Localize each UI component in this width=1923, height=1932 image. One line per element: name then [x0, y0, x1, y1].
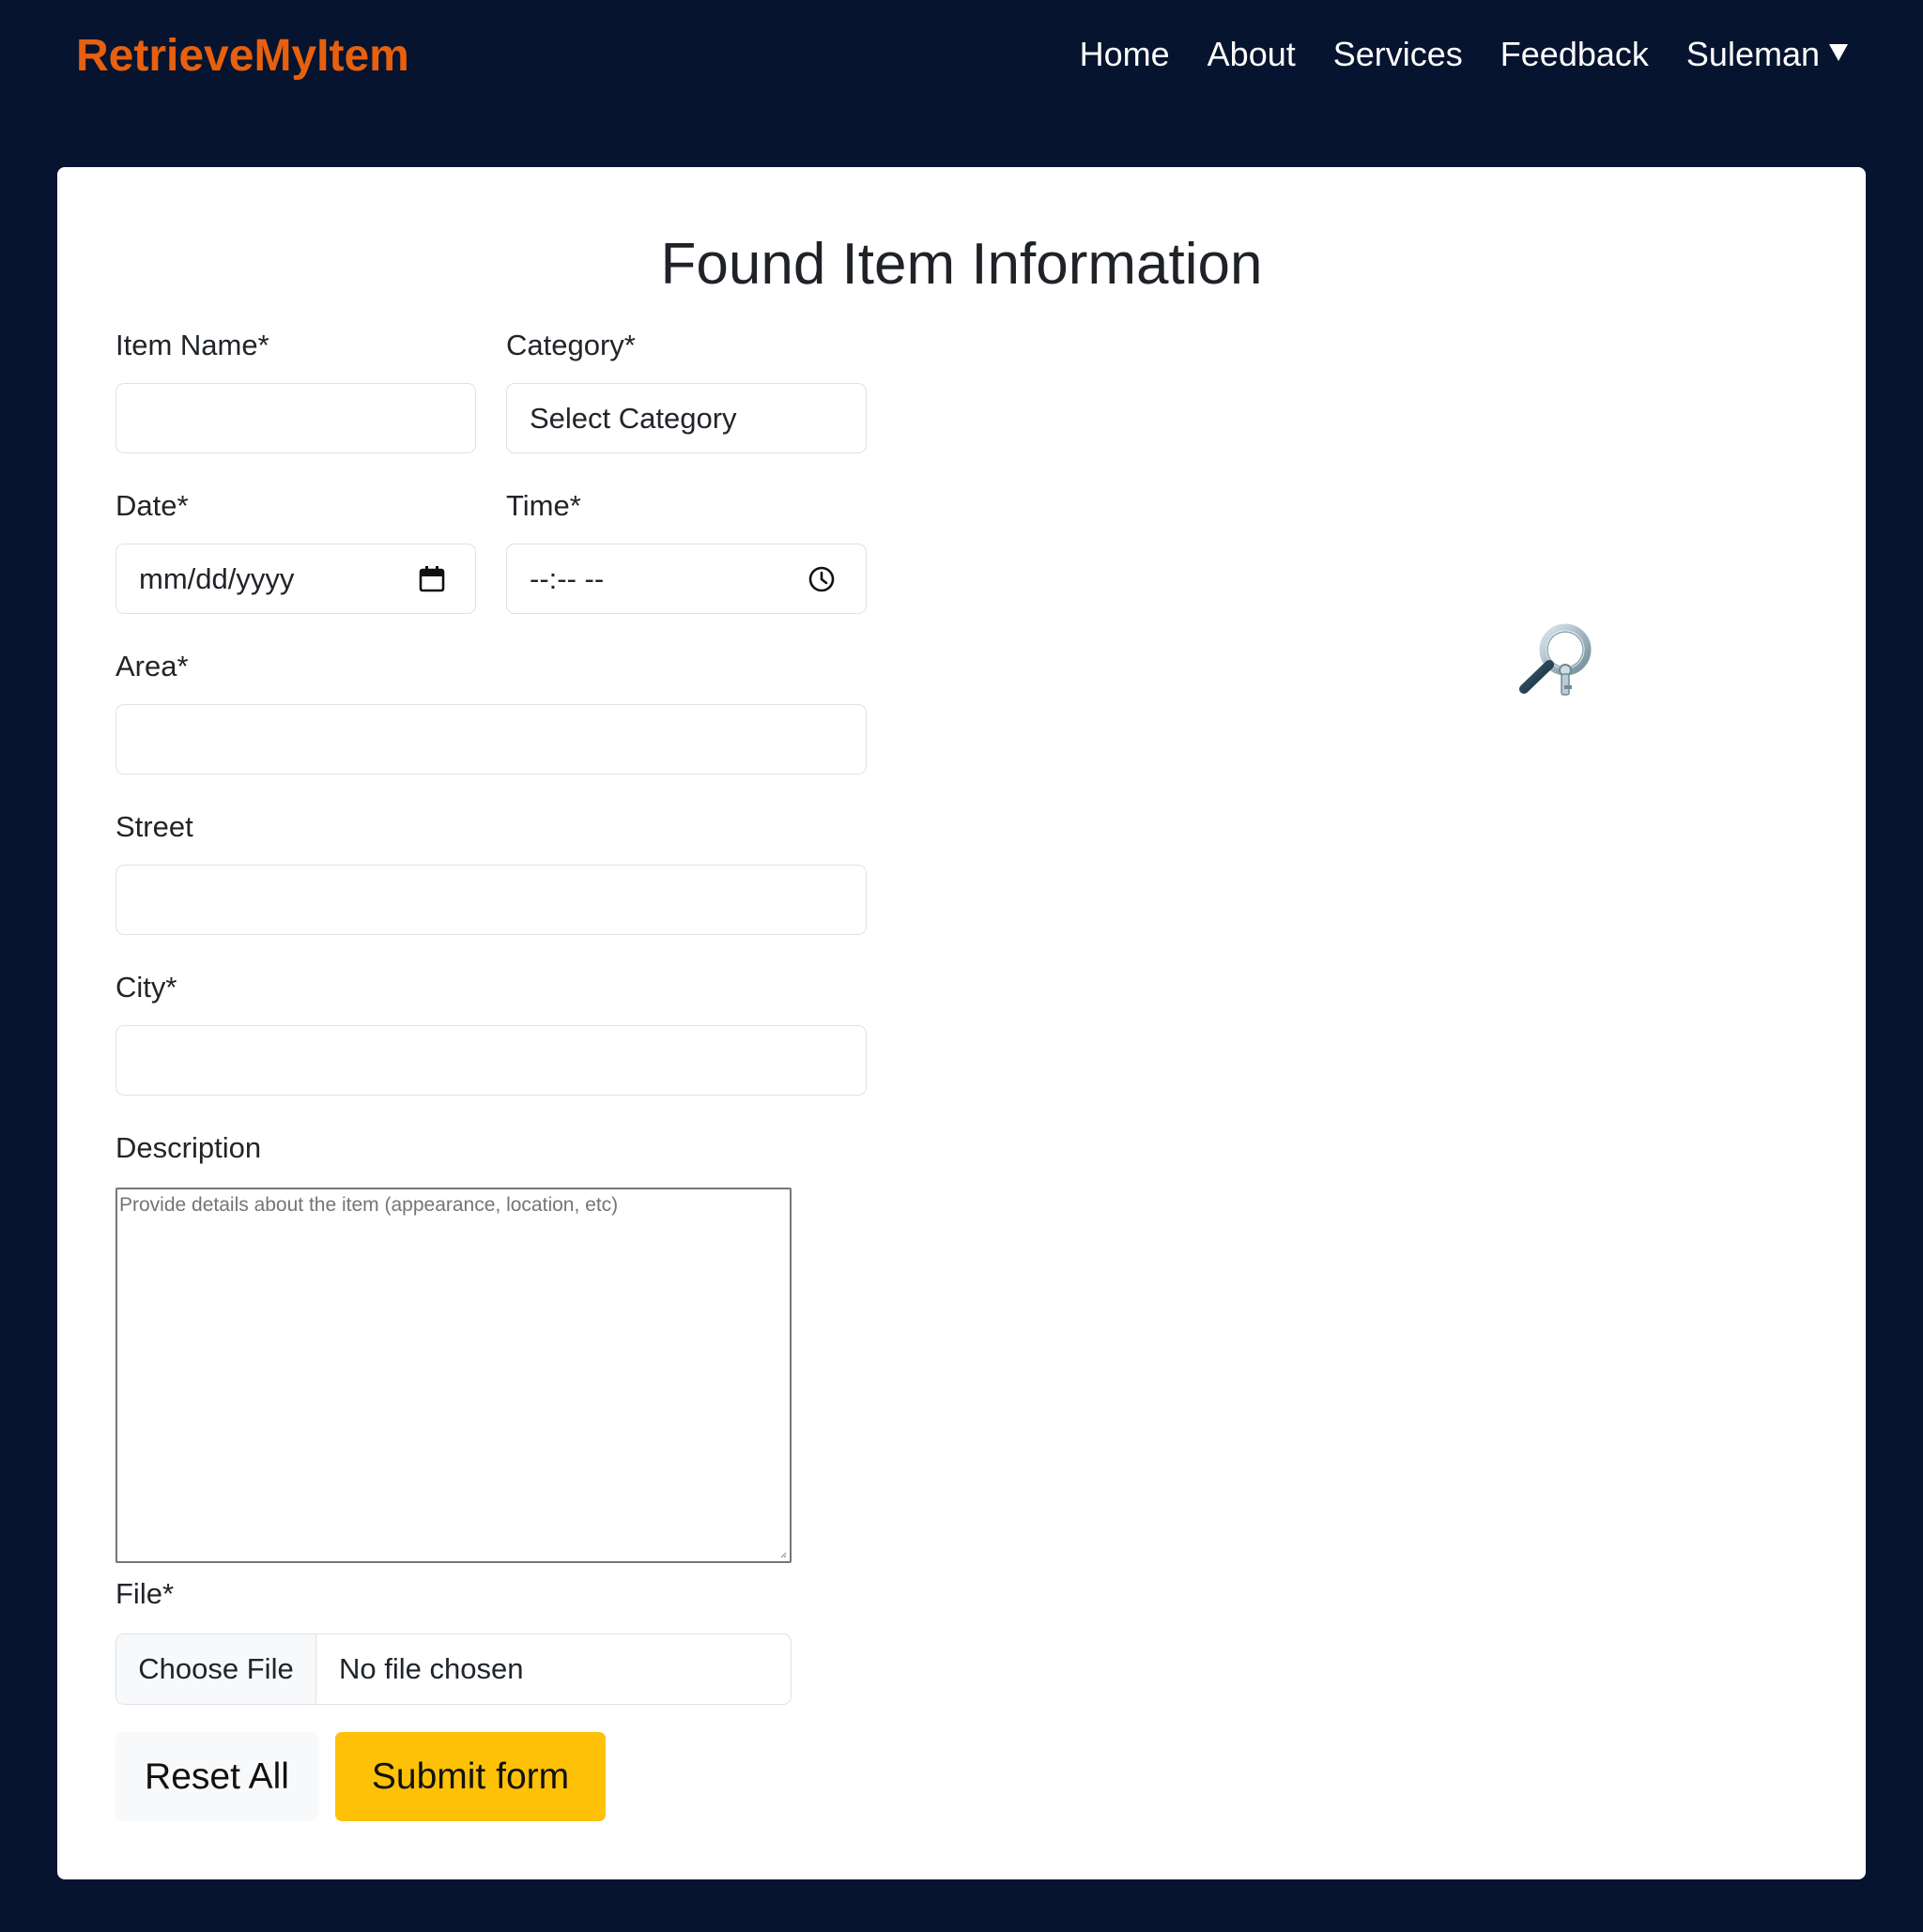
nav-link-home[interactable]: Home — [1080, 28, 1170, 81]
brand-logo[interactable]: RetrieveMyItem — [76, 27, 409, 85]
file-label: File* — [115, 1577, 175, 1610]
caret-down-icon — [1829, 44, 1848, 61]
date-label: Date* — [115, 489, 189, 522]
item-name-input[interactable] — [115, 383, 476, 453]
city-input[interactable] — [115, 1025, 867, 1096]
user-menu[interactable]: Suleman — [1686, 28, 1848, 81]
description-label: Description — [115, 1131, 262, 1164]
top-navbar: RetrieveMyItem Home About Services Feedb… — [0, 0, 1923, 111]
magnifying-glass-icon — [1519, 623, 1592, 696]
time-placeholder: --:-- -- — [530, 561, 605, 595]
date-input[interactable]: mm/dd/yyyy — [115, 544, 476, 614]
clock-icon[interactable] — [808, 565, 836, 593]
submit-form-button[interactable]: Submit form — [335, 1732, 606, 1821]
calendar-icon[interactable] — [419, 565, 445, 593]
reset-all-button[interactable]: Reset All — [115, 1732, 318, 1821]
date-placeholder: mm/dd/yyyy — [139, 561, 295, 595]
city-label: City* — [115, 971, 177, 1004]
street-label: Street — [115, 810, 193, 843]
nav-links: Home About Services Feedback Suleman — [1080, 28, 1848, 81]
category-selected: Select Category — [530, 401, 737, 435]
form-card: Found Item Information Item Name* Catego… — [57, 167, 1866, 1879]
area-input[interactable] — [115, 704, 867, 774]
category-label: Category* — [506, 329, 636, 361]
description-placeholder: Provide details about the item (appearan… — [119, 1194, 619, 1216]
area-label: Area* — [115, 650, 189, 682]
nav-link-about[interactable]: About — [1208, 28, 1296, 81]
nav-link-services[interactable]: Services — [1333, 28, 1463, 81]
file-input[interactable]: Choose File No file chosen — [115, 1633, 792, 1705]
category-select[interactable]: Select Category — [506, 383, 867, 453]
page-title: Found Item Information — [660, 232, 1263, 297]
item-name-label: Item Name* — [115, 329, 269, 361]
nav-link-feedback[interactable]: Feedback — [1500, 28, 1649, 81]
description-textarea[interactable]: Provide details about the item (appearan… — [115, 1188, 792, 1563]
street-input[interactable] — [115, 865, 867, 935]
file-status: No file chosen — [339, 1652, 524, 1685]
choose-file-button[interactable]: Choose File — [116, 1634, 316, 1704]
resize-grip-icon[interactable] — [779, 1551, 787, 1558]
time-input[interactable]: --:-- -- — [506, 544, 867, 614]
user-name: Suleman — [1685, 35, 1820, 73]
time-label: Time* — [506, 489, 581, 522]
